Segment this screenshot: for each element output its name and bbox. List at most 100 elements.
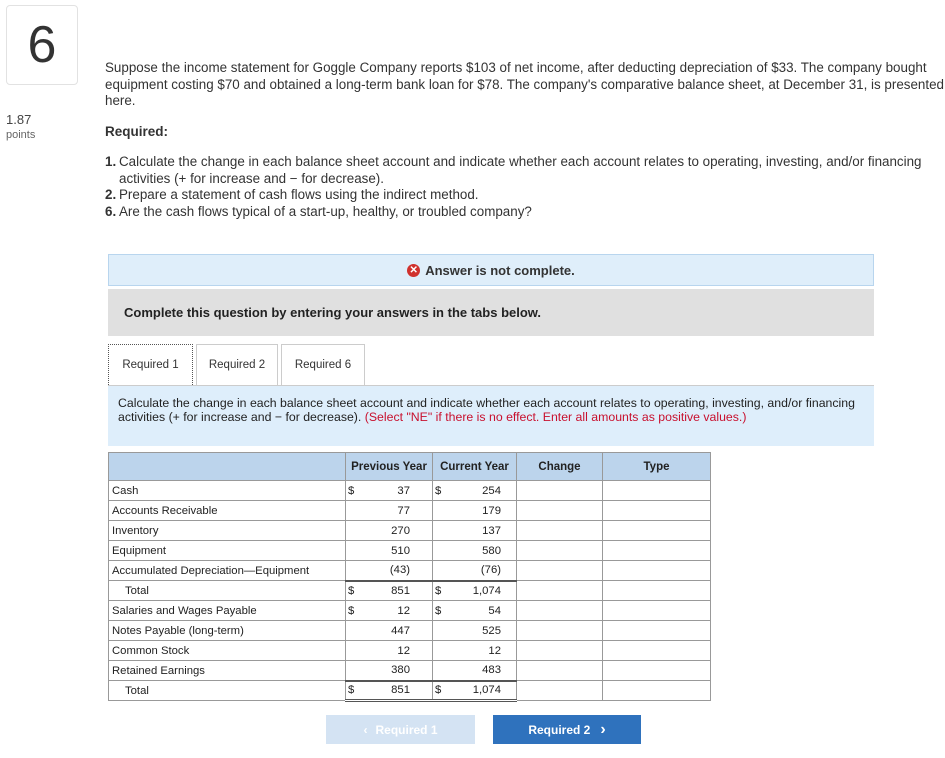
change-input[interactable] — [516, 640, 603, 661]
tab-required-2[interactable]: Required 2 — [196, 344, 278, 385]
dollar-sign — [433, 664, 449, 676]
current-year-cell: 525 — [432, 620, 517, 641]
previous-year-value: 851 — [391, 584, 410, 597]
dollar-sign — [346, 564, 362, 576]
header-change: Change — [516, 452, 603, 481]
current-year-value: 179 — [482, 504, 501, 517]
previous-year-value: 380 — [391, 664, 410, 677]
account-name: Total — [108, 680, 346, 701]
account-name: Total — [108, 580, 346, 601]
dollar-sign: $ — [435, 604, 442, 617]
change-input[interactable] — [516, 620, 603, 641]
dollar-sign — [433, 625, 449, 637]
current-year-cell: 483 — [432, 660, 517, 681]
chevron-left-icon: ‹ — [363, 722, 368, 737]
change-input[interactable] — [516, 520, 603, 541]
current-year-cell: 179 — [432, 500, 517, 521]
current-year-cell: (76) — [432, 560, 517, 581]
dollar-sign: $ — [348, 584, 355, 597]
answer-status-banner: ✕ Answer is not complete. — [108, 254, 874, 286]
requirement-item: 1. Calculate the change in each balance s… — [105, 154, 935, 187]
current-year-value: (76) — [480, 564, 501, 577]
account-name: Accounts Receivable — [108, 500, 346, 521]
question-intro: Suppose the income statement for Goggle … — [105, 60, 944, 108]
current-year-value: 54 — [488, 604, 501, 617]
change-input[interactable] — [516, 560, 603, 581]
type-select[interactable] — [602, 660, 711, 681]
current-year-cell: 12 — [432, 640, 517, 661]
table-row: Inventory 270 137 — [108, 520, 711, 541]
change-input[interactable] — [516, 580, 603, 601]
change-input[interactable] — [516, 540, 603, 561]
current-year-value: 483 — [482, 664, 501, 677]
previous-year-value: 270 — [391, 524, 410, 537]
previous-year-cell: 510 — [345, 540, 433, 561]
table-row: Common Stock 12 12 — [108, 640, 711, 661]
previous-year-value: (43) — [389, 564, 410, 577]
table-header-row: Previous Year Current Year Change Type — [108, 452, 711, 481]
type-select[interactable] — [602, 520, 711, 541]
type-select[interactable] — [602, 600, 711, 621]
dollar-sign: $ — [348, 484, 355, 497]
account-name: Accumulated Depreciation—Equipment — [108, 560, 346, 581]
dollar-sign — [433, 645, 449, 657]
type-select[interactable] — [602, 620, 711, 641]
current-year-cell: $254 — [432, 480, 517, 501]
dollar-sign — [346, 664, 362, 676]
change-input[interactable] — [516, 600, 603, 621]
change-input[interactable] — [516, 500, 603, 521]
prev-required-button[interactable]: ‹ Required 1 — [326, 715, 475, 744]
table-row: Salaries and Wages Payable $12 $54 — [108, 600, 711, 621]
table-row: Cash $37 $254 — [108, 480, 711, 501]
dollar-sign: $ — [435, 484, 442, 497]
requirement-text: Prepare a statement of cash flows using … — [119, 187, 479, 202]
previous-year-value: 851 — [391, 684, 410, 697]
question-number: 6 — [6, 5, 78, 85]
change-input[interactable] — [516, 660, 603, 681]
account-name: Cash — [108, 480, 346, 501]
requirement-text: Calculate the change in each balance she… — [119, 154, 922, 186]
table-row: Total $851 $1,074 — [108, 679, 711, 702]
current-year-value: 1,074 — [472, 684, 501, 697]
previous-year-cell: 12 — [345, 640, 433, 661]
account-name: Notes Payable (long-term) — [108, 620, 346, 641]
account-name: Common Stock — [108, 640, 346, 661]
account-name: Retained Earnings — [108, 660, 346, 681]
type-select[interactable] — [602, 560, 711, 581]
type-select[interactable] — [602, 500, 711, 521]
current-year-cell: $54 — [432, 600, 517, 621]
change-input[interactable] — [516, 480, 603, 501]
table-row: Accounts Receivable 77 179 — [108, 500, 711, 521]
type-select[interactable] — [602, 540, 711, 561]
requirement-item: 6. Are the cash flows typical of a start-… — [105, 204, 935, 221]
current-year-value: 525 — [482, 624, 501, 637]
next-required-button[interactable]: Required 2 › — [493, 715, 641, 744]
current-year-cell: 580 — [432, 540, 517, 561]
header-type: Type — [602, 452, 711, 481]
header-current-year: Current Year — [432, 452, 517, 481]
tab-required-1[interactable]: Required 1 — [108, 344, 193, 385]
instructions-text: Complete this question by entering your … — [124, 305, 542, 320]
dollar-sign — [346, 505, 362, 517]
type-select[interactable] — [602, 640, 711, 661]
previous-year-cell: 380 — [345, 660, 433, 681]
tab-required-6[interactable]: Required 6 — [281, 344, 365, 385]
current-year-value: 12 — [488, 644, 501, 657]
account-name: Inventory — [108, 520, 346, 541]
type-select[interactable] — [602, 480, 711, 501]
prev-required-label: Required 1 — [375, 722, 438, 737]
previous-year-value: 12 — [397, 604, 410, 617]
current-year-value: 137 — [482, 524, 501, 537]
required-heading: Required: — [105, 124, 169, 139]
type-select[interactable] — [602, 580, 711, 601]
dollar-sign — [433, 525, 449, 537]
dollar-sign — [346, 545, 362, 557]
type-select[interactable] — [602, 680, 711, 701]
account-name: Equipment — [108, 540, 346, 561]
requirement-text: Are the cash flows typical of a start-up… — [119, 203, 532, 219]
header-account — [108, 452, 346, 481]
previous-year-cell: 77 — [345, 500, 433, 521]
previous-year-cell: 447 — [345, 620, 433, 641]
change-input[interactable] — [516, 680, 603, 701]
previous-year-value: 37 — [397, 484, 410, 497]
